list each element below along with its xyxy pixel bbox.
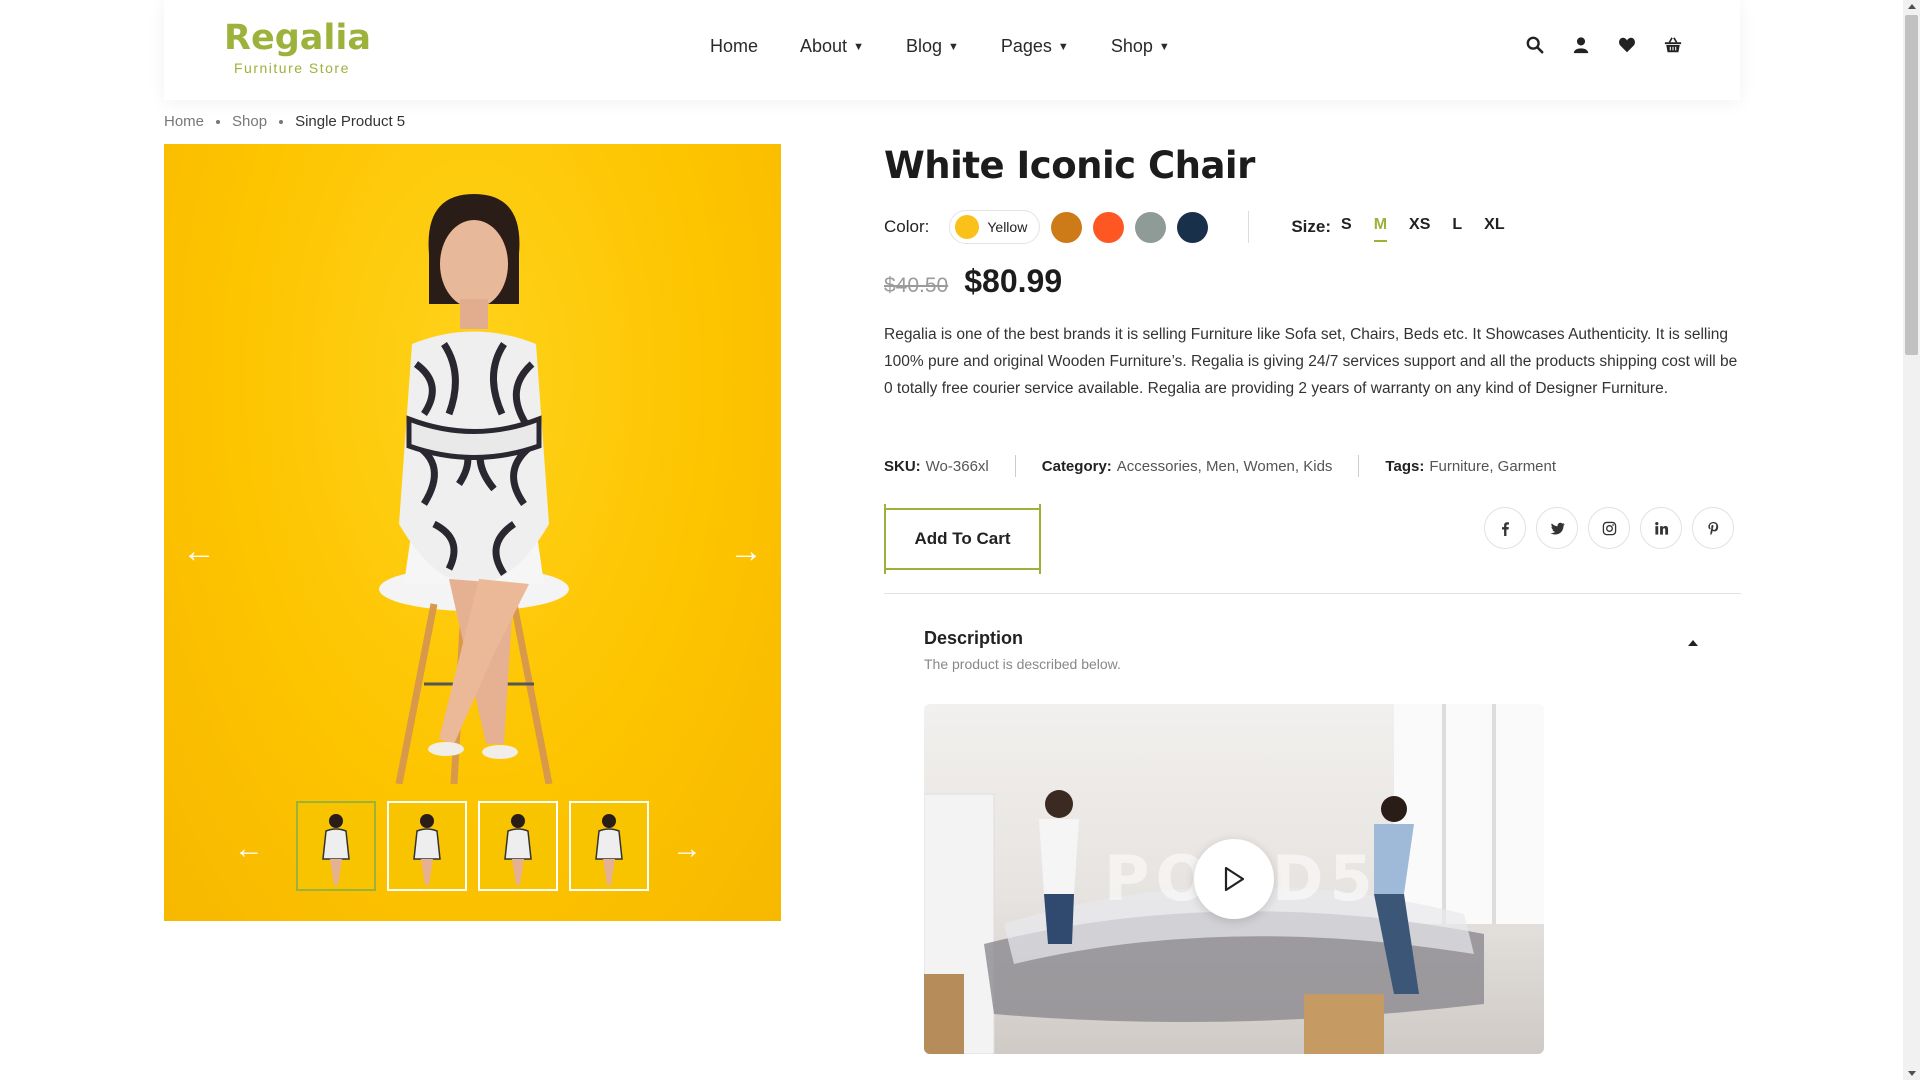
product-description: Regalia is one of the best brands it is … (884, 326, 1738, 397)
play-icon[interactable] (1194, 839, 1274, 919)
color-swatch-yellow (955, 215, 980, 239)
thumbnail-1[interactable] (296, 801, 376, 891)
divider (1248, 211, 1250, 243)
logo[interactable]: Regalia Furniture Store (224, 18, 371, 76)
thumbnail-4[interactable] (569, 801, 649, 891)
tags-label: Tags: (1385, 457, 1425, 475)
pinterest-icon[interactable] (1692, 507, 1734, 549)
product-meta: SKU: Wo-366xl Category: Accessories, Men… (884, 455, 1556, 477)
category-links[interactable]: Accessories, Men, Women, Kids (1117, 458, 1333, 475)
tag-links[interactable]: Furniture, Garment (1429, 458, 1556, 475)
price-row: $40.50 $80.99 (884, 263, 1062, 300)
chevron-down-icon: ▼ (1057, 40, 1069, 53)
add-to-cart-button[interactable]: Add To Cart (884, 504, 1041, 574)
size-option-l[interactable]: L (1452, 216, 1462, 238)
breadcrumb-shop[interactable]: Shop (232, 113, 267, 130)
thumbnail-next-arrow-icon[interactable]: → (672, 834, 702, 864)
thumbnail-2[interactable] (387, 801, 467, 891)
thumbnail-strip (296, 801, 649, 891)
nav-blog-label: Blog (905, 36, 942, 56)
logo-tagline: Furniture Store (234, 60, 350, 76)
page-scrollbar[interactable] (1903, 0, 1920, 1080)
basket-icon[interactable] (1664, 36, 1682, 54)
divider (884, 593, 1741, 594)
gallery-prev-arrow-icon[interactable]: ← (182, 534, 216, 568)
selected-color-chip[interactable]: Yellow (949, 210, 1041, 244)
divider (1014, 455, 1016, 477)
main-nav: Home About ▼ Blog ▼ Pages ▼ Shop ▼ (710, 36, 1170, 57)
nav-about-label: About (800, 36, 848, 56)
nav-shop[interactable]: Shop ▼ (1111, 36, 1170, 57)
product-gallery: ← → ← → (164, 144, 781, 921)
size-option-s[interactable]: S (1341, 216, 1352, 238)
chevron-down-icon: ▼ (853, 40, 864, 53)
nav-home-label: Home (710, 36, 759, 56)
user-icon[interactable] (1572, 36, 1590, 54)
color-swatch-red-orange[interactable] (1093, 211, 1125, 243)
color-label: Color: (884, 217, 930, 236)
gallery-next-arrow-icon[interactable]: → (729, 534, 763, 568)
size-options: S M XS L XL (1341, 216, 1505, 242)
breadcrumb-separator (216, 119, 221, 124)
header-icons (1526, 36, 1682, 54)
divider (1358, 455, 1360, 477)
color-swatch-navy[interactable] (1177, 211, 1209, 243)
description-accordion-title[interactable]: Description (924, 628, 1023, 649)
scroll-up-arrow-icon[interactable] (1908, 4, 1916, 9)
size-option-m[interactable]: M (1373, 216, 1388, 242)
chevron-down-icon: ▼ (1158, 40, 1170, 53)
nav-pages-label: Pages (1000, 36, 1052, 56)
linkedin-icon[interactable] (1640, 507, 1682, 549)
size-option-xl[interactable]: XL (1484, 216, 1504, 238)
thumbnail-image (322, 814, 350, 885)
sku-label: SKU: (884, 457, 921, 475)
description-accordion-subtitle: The product is described below. (924, 656, 1121, 672)
caret-up-icon[interactable] (1688, 640, 1698, 646)
chevron-down-icon: ▼ (947, 40, 959, 53)
breadcrumb-separator (279, 119, 284, 124)
size-option-xs[interactable]: XS (1409, 216, 1430, 238)
scrollbar-thumb[interactable] (1905, 15, 1918, 355)
nav-blog[interactable]: Blog ▼ (906, 36, 959, 57)
scroll-down-arrow-icon[interactable] (1908, 1071, 1916, 1076)
thumbnail-image (504, 814, 532, 885)
size-label: Size: (1291, 217, 1332, 236)
category-label: Category: (1041, 457, 1112, 475)
variant-row: Color: Yellow Size: S M XS L XL (884, 210, 1505, 244)
nav-home[interactable]: Home (710, 36, 758, 57)
current-price: $80.99 (964, 263, 1063, 299)
breadcrumb: Home Shop Single Product 5 (164, 113, 405, 130)
nav-shop-label: Shop (1110, 36, 1153, 56)
color-swatch-gray[interactable] (1135, 211, 1167, 243)
old-price: $40.50 (884, 274, 949, 297)
facebook-icon[interactable] (1484, 507, 1526, 549)
logo-title: Regalia (224, 18, 371, 58)
twitter-icon[interactable] (1536, 507, 1578, 549)
heart-icon[interactable] (1618, 36, 1636, 54)
nav-about[interactable]: About ▼ (800, 36, 864, 57)
social-share (1484, 507, 1734, 549)
selected-color-label: Yellow (987, 219, 1028, 235)
search-icon[interactable] (1526, 36, 1544, 54)
breadcrumb-home[interactable]: Home (164, 113, 204, 130)
site-header: Regalia Furniture Store Home About ▼ Blog… (164, 0, 1740, 100)
thumbnail-prev-arrow-icon[interactable]: ← (234, 834, 264, 864)
breadcrumb-current: Single Product 5 (295, 113, 406, 130)
product-video[interactable]: POND5 (924, 704, 1544, 1054)
instagram-icon[interactable] (1588, 507, 1630, 549)
product-image (379, 194, 569, 784)
product-title: White Iconic Chair (884, 144, 1255, 187)
sku-value: Wo-366xl (925, 457, 989, 475)
thumbnail-3[interactable] (478, 801, 558, 891)
nav-pages[interactable]: Pages ▼ (1001, 36, 1069, 57)
thumbnail-image (595, 814, 623, 885)
color-swatch-orange-brown[interactable] (1051, 211, 1083, 243)
thumbnail-image (413, 814, 441, 885)
